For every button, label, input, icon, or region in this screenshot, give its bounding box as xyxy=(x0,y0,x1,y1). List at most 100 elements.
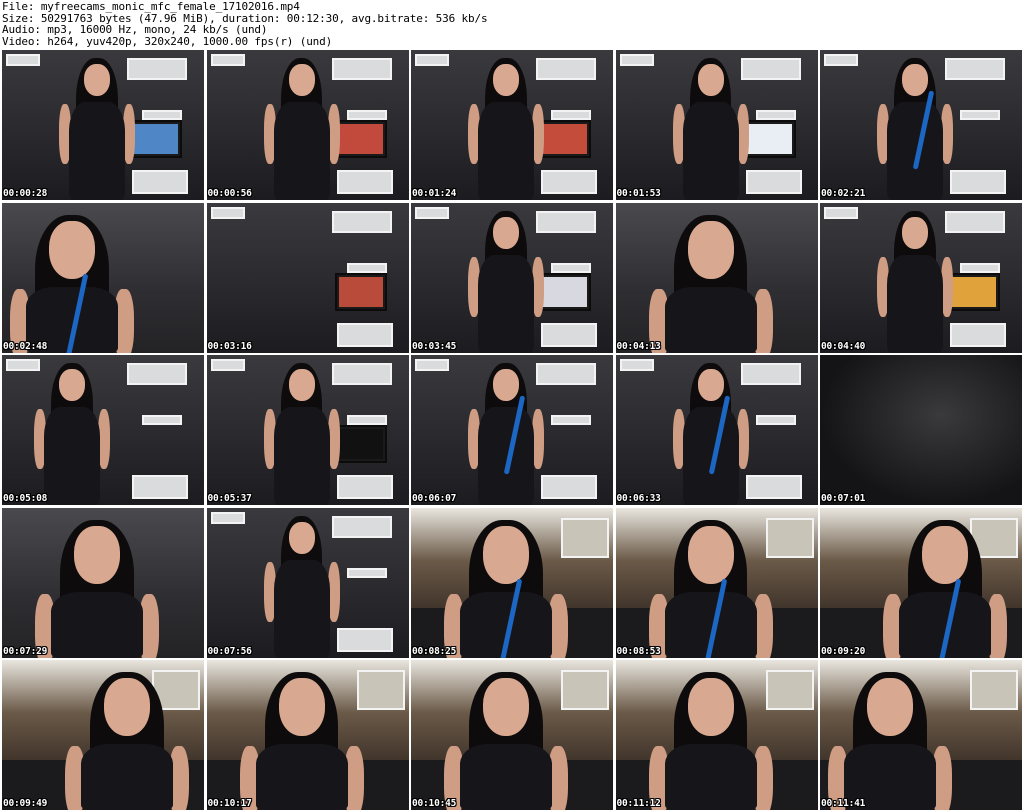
face xyxy=(84,64,110,96)
thumbnail-background xyxy=(820,202,1022,353)
face xyxy=(687,525,734,584)
tv-picture xyxy=(338,276,383,307)
face xyxy=(922,525,968,584)
person-figure xyxy=(207,50,409,200)
video-thumbnail: 00:11:41 xyxy=(820,660,1022,810)
person-figure xyxy=(616,203,818,353)
dress xyxy=(273,559,330,658)
thumbnail-timestamp: 00:00:56 xyxy=(207,188,252,199)
thumbnail-timestamp: 00:07:29 xyxy=(3,645,48,657)
thumbnail-timestamp: 00:02:48 xyxy=(3,340,48,352)
thumbnail-background xyxy=(2,660,204,810)
person-figure xyxy=(207,660,409,810)
video-thumbnail: 00:06:33 xyxy=(615,355,818,505)
thumbnail-timestamp: 00:11:12 xyxy=(616,798,661,809)
video-thumbnail: 00:00:56 xyxy=(206,50,409,200)
face xyxy=(278,678,325,736)
video-thumbnail: 00:05:37 xyxy=(206,355,409,505)
person-figure xyxy=(616,508,818,658)
thumbnail-timestamp: 00:05:08 xyxy=(3,493,48,504)
thumbnail-timestamp: 00:01:24 xyxy=(412,188,457,199)
thumbnail-timestamp: 00:11:41 xyxy=(821,798,866,809)
face xyxy=(493,216,519,249)
person-figure xyxy=(2,508,204,658)
thumbnail-background xyxy=(411,660,613,810)
thumbnail-background xyxy=(206,507,409,658)
person-figure xyxy=(411,203,613,353)
person-figure xyxy=(207,508,409,658)
thumbnail-timestamp: 00:03:45 xyxy=(412,340,457,352)
dress xyxy=(69,102,125,200)
person-figure xyxy=(2,355,204,505)
audio-info-line: Audio: mp3, 16000 Hz, mono, 24 kb/s (und… xyxy=(2,23,268,36)
thumbnail-background xyxy=(2,355,204,505)
face xyxy=(493,64,519,96)
video-thumbnail: 00:04:13 xyxy=(615,202,818,353)
person-figure xyxy=(207,355,409,505)
thumbnail-background xyxy=(411,355,613,505)
video-thumbnail: 00:11:12 xyxy=(615,660,818,810)
dress xyxy=(478,407,534,505)
video-thumbnail: 00:02:48 xyxy=(2,202,204,353)
person-figure xyxy=(411,355,613,505)
thumbnail-timestamp: 00:07:01 xyxy=(821,493,866,504)
person-figure xyxy=(2,660,204,810)
thumbnail-timestamp: 00:05:37 xyxy=(207,493,252,504)
thumbnail-background xyxy=(411,507,613,658)
face xyxy=(687,678,734,736)
dress xyxy=(478,254,534,353)
shelf-unit xyxy=(336,322,393,347)
face xyxy=(867,678,913,736)
thumbnail-timestamp: 00:01:53 xyxy=(616,188,661,199)
thumbnail-wall xyxy=(820,355,1022,505)
person-figure xyxy=(820,50,1022,200)
thumbnail-background xyxy=(820,50,1022,200)
video-thumbnail: 00:07:56 xyxy=(206,507,409,658)
thumbnail-background xyxy=(411,50,613,200)
thumbnail-timestamp: 00:00:28 xyxy=(3,188,48,199)
thumbnail-background xyxy=(615,507,818,658)
video-thumbnail: 00:01:24 xyxy=(411,50,613,200)
thumbnail-timestamp: 00:02:21 xyxy=(821,188,866,199)
thumbnail-timestamp: 00:10:45 xyxy=(412,798,457,809)
face xyxy=(59,369,85,401)
thumbnail-background xyxy=(820,355,1022,505)
video-thumbnail: 00:04:40 xyxy=(820,202,1022,353)
face xyxy=(288,521,315,554)
thumbnail-timestamp: 00:04:13 xyxy=(616,340,661,352)
dress xyxy=(460,744,552,810)
thumbnail-background xyxy=(615,202,818,353)
dress xyxy=(887,254,943,353)
thumbnail-timestamp: 00:03:16 xyxy=(207,340,252,352)
person-figure xyxy=(411,660,613,810)
video-thumbnail: 00:09:49 xyxy=(2,660,204,810)
thumbnail-background xyxy=(615,660,818,810)
face xyxy=(288,64,315,96)
person-figure xyxy=(820,660,1022,810)
thumbnail-background xyxy=(411,202,613,353)
video-thumbnail: 00:07:01 xyxy=(820,355,1022,505)
video-thumbnail: 00:05:08 xyxy=(2,355,204,505)
thumbnail-background xyxy=(206,202,409,353)
dress xyxy=(664,286,757,353)
dress xyxy=(273,102,330,200)
dress xyxy=(887,102,943,200)
person-figure xyxy=(411,508,613,658)
video-thumbnail: 00:07:29 xyxy=(2,507,204,658)
person-figure xyxy=(616,355,818,505)
dress xyxy=(51,591,143,658)
video-thumbnail: 00:03:45 xyxy=(411,202,613,353)
face xyxy=(697,369,724,401)
thumbnail-timestamp: 00:09:49 xyxy=(3,798,48,809)
dress xyxy=(273,407,330,505)
person-figure xyxy=(411,50,613,200)
file-info-header: File: myfreecams_monic_mfc_female_171020… xyxy=(2,1,1020,47)
thumbnail-background xyxy=(206,355,409,505)
video-thumbnail: 00:00:28 xyxy=(2,50,204,200)
video-thumbnail: 00:10:45 xyxy=(411,660,613,810)
face xyxy=(74,525,120,584)
shelf-unit xyxy=(346,262,387,273)
dress xyxy=(682,102,739,200)
face xyxy=(49,220,95,279)
video-thumbnail: 00:09:20 xyxy=(820,507,1022,658)
